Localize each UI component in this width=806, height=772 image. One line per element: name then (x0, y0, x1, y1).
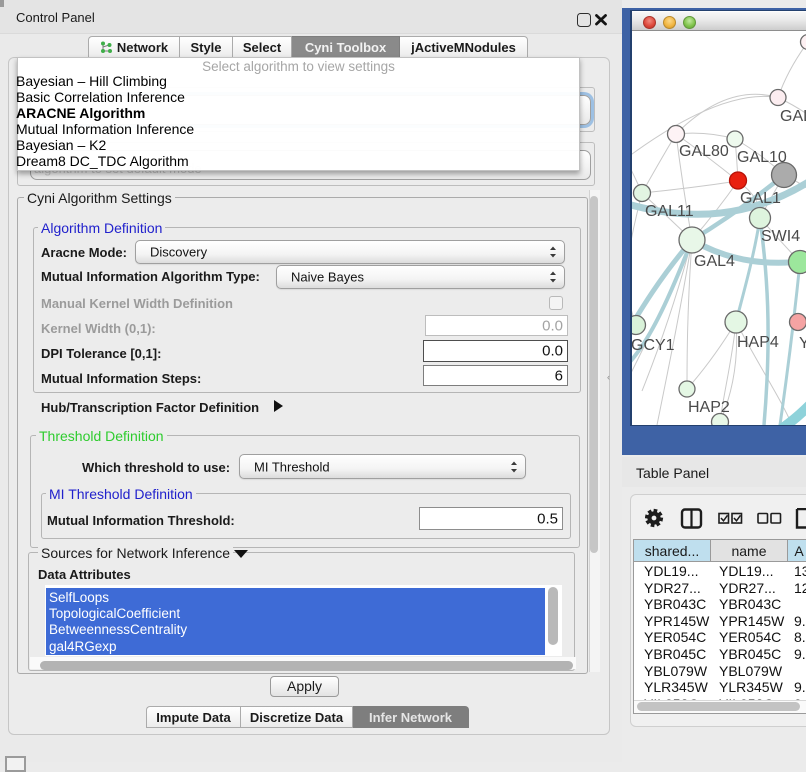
svg-text:HAP2: HAP2 (688, 399, 730, 416)
svg-text:GAL11: GAL11 (645, 203, 694, 220)
svg-text:GAL2: GAL2 (780, 108, 806, 125)
svg-text:SWI4: SWI4 (761, 228, 800, 245)
svg-text:GAL80: GAL80 (679, 143, 729, 160)
svg-text:GAL4: GAL4 (694, 253, 735, 270)
svg-text:GCY1: GCY1 (632, 337, 675, 354)
svg-text:GAL10: GAL10 (737, 149, 787, 166)
svg-text:GAL1: GAL1 (740, 190, 781, 207)
svg-text:YD: YD (799, 335, 806, 352)
svg-text:HAP4: HAP4 (737, 334, 779, 351)
